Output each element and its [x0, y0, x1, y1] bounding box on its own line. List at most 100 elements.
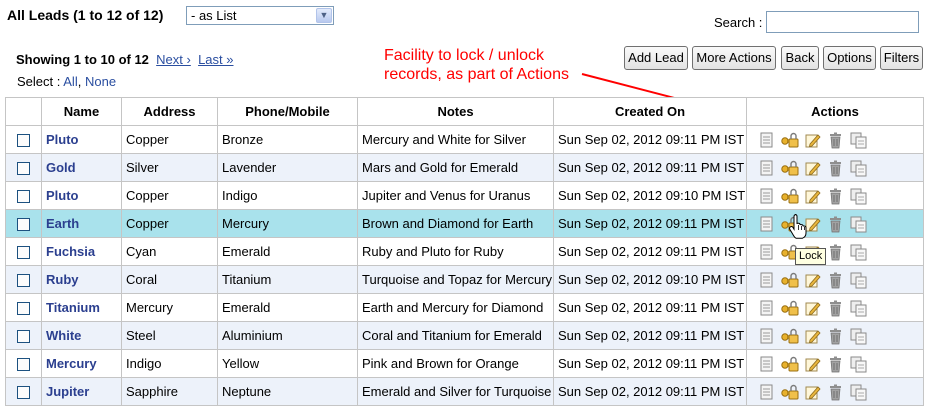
- column-header-name[interactable]: Name: [41, 97, 122, 126]
- edit-icon[interactable]: [803, 327, 822, 345]
- view-icon[interactable]: [757, 131, 776, 149]
- row-checkbox[interactable]: [17, 386, 30, 400]
- delete-icon[interactable]: [826, 271, 845, 289]
- delete-icon[interactable]: [826, 187, 845, 205]
- lock-icon[interactable]: [780, 131, 799, 149]
- lead-name[interactable]: Mercury: [41, 349, 122, 378]
- next-link[interactable]: Next ›: [156, 52, 191, 67]
- delete-icon[interactable]: [826, 131, 845, 149]
- view-icon[interactable]: [757, 355, 776, 373]
- table-row[interactable]: White Steel Aluminium Coral and Titanium fo…: [5, 321, 924, 350]
- column-header-created[interactable]: Created On: [553, 97, 747, 126]
- table-header-row: Name Address Phone/Mobile Notes Created …: [5, 97, 924, 126]
- row-checkbox[interactable]: [17, 162, 30, 176]
- view-icon[interactable]: [757, 215, 776, 233]
- copy-icon[interactable]: [849, 215, 868, 233]
- view-icon[interactable]: [757, 327, 776, 345]
- copy-icon[interactable]: [849, 383, 868, 401]
- view-icon[interactable]: [757, 187, 776, 205]
- row-checkbox[interactable]: [17, 358, 30, 372]
- row-checkbox[interactable]: [17, 218, 30, 232]
- chevron-down-icon[interactable]: ▼: [316, 8, 332, 23]
- lock-icon[interactable]: [780, 159, 799, 177]
- copy-icon[interactable]: [849, 271, 868, 289]
- row-checkbox[interactable]: [17, 302, 30, 316]
- edit-icon[interactable]: [803, 271, 822, 289]
- edit-icon[interactable]: [803, 383, 822, 401]
- lead-name[interactable]: Titanium: [41, 293, 122, 322]
- lead-name[interactable]: Ruby: [41, 265, 122, 294]
- edit-icon[interactable]: [803, 299, 822, 317]
- column-header-phone[interactable]: Phone/Mobile: [217, 97, 358, 126]
- copy-icon[interactable]: [849, 299, 868, 317]
- lead-created: Sun Sep 02, 2012 09:10 PM IST: [553, 181, 747, 210]
- copy-icon[interactable]: [849, 355, 868, 373]
- row-checkbox[interactable]: [17, 330, 30, 344]
- table-row[interactable]: Earth Copper Mercury Brown and Diamond for …: [5, 209, 924, 238]
- copy-icon[interactable]: [849, 187, 868, 205]
- view-select[interactable]: - as List ▼: [186, 6, 334, 25]
- lead-name[interactable]: Jupiter: [41, 377, 122, 406]
- select-all-link[interactable]: All: [63, 74, 77, 89]
- lock-icon[interactable]: [780, 327, 799, 345]
- options-button[interactable]: Options: [823, 46, 876, 70]
- view-icon[interactable]: [757, 271, 776, 289]
- filters-button[interactable]: Filters: [880, 46, 923, 70]
- delete-icon[interactable]: [826, 159, 845, 177]
- edit-icon[interactable]: [803, 355, 822, 373]
- table-row[interactable]: Gold Silver Lavender Mars and Gold for Emer…: [5, 153, 924, 182]
- lead-notes: Pink and Brown for Orange: [357, 349, 554, 378]
- delete-icon[interactable]: [826, 215, 845, 233]
- table-row[interactable]: Pluto Copper Bronze Mercury and White for S…: [5, 125, 924, 154]
- lead-name[interactable]: Fuchsia: [41, 237, 122, 266]
- lock-icon[interactable]: [780, 271, 799, 289]
- column-header-address[interactable]: Address: [121, 97, 218, 126]
- row-checkbox[interactable]: [17, 246, 30, 260]
- lock-icon[interactable]: [780, 187, 799, 205]
- delete-icon[interactable]: [826, 327, 845, 345]
- table-row[interactable]: Titanium Mercury Emerald Earth and Mercury …: [5, 293, 924, 322]
- last-link[interactable]: Last »: [198, 52, 233, 67]
- table-row[interactable]: Ruby Coral Titanium Turquoise and Topaz for…: [5, 265, 924, 294]
- lead-name[interactable]: Pluto: [41, 181, 122, 210]
- copy-icon[interactable]: [849, 159, 868, 177]
- table-row[interactable]: Jupiter Sapphire Neptune Emerald and Silver…: [5, 377, 924, 406]
- lead-name[interactable]: Gold: [41, 153, 122, 182]
- copy-icon[interactable]: [849, 327, 868, 345]
- delete-icon[interactable]: [826, 383, 845, 401]
- column-header-notes[interactable]: Notes: [357, 97, 554, 126]
- select-column-header: [5, 97, 42, 126]
- table-row[interactable]: Pluto Copper Indigo Jupiter and Venus for U…: [5, 181, 924, 210]
- select-label: Select :: [17, 74, 61, 89]
- back-button[interactable]: Back: [781, 46, 819, 70]
- row-checkbox[interactable]: [17, 190, 30, 204]
- delete-icon[interactable]: [826, 299, 845, 317]
- lock-icon[interactable]: [780, 355, 799, 373]
- row-checkbox-cell: [5, 349, 42, 378]
- edit-icon[interactable]: [803, 131, 822, 149]
- view-icon[interactable]: [757, 383, 776, 401]
- lead-name[interactable]: Pluto: [41, 125, 122, 154]
- select-none-link[interactable]: None: [85, 74, 116, 89]
- row-actions: [746, 181, 924, 210]
- row-checkbox[interactable]: [17, 134, 30, 148]
- delete-icon[interactable]: [826, 243, 845, 261]
- view-icon[interactable]: [757, 299, 776, 317]
- add-lead-button[interactable]: Add Lead: [624, 46, 688, 70]
- view-icon[interactable]: [757, 243, 776, 261]
- row-checkbox[interactable]: [17, 274, 30, 288]
- table-row[interactable]: Fuchsia Cyan Emerald Ruby and Pluto for Rub…: [5, 237, 924, 266]
- edit-icon[interactable]: [803, 159, 822, 177]
- lead-name[interactable]: Earth: [41, 209, 122, 238]
- lock-icon[interactable]: [780, 299, 799, 317]
- copy-icon[interactable]: [849, 131, 868, 149]
- edit-icon[interactable]: [803, 187, 822, 205]
- search-input[interactable]: [766, 11, 919, 33]
- lead-name[interactable]: White: [41, 321, 122, 350]
- lock-icon[interactable]: [780, 383, 799, 401]
- table-row[interactable]: Mercury Indigo Yellow Pink and Brown for Or…: [5, 349, 924, 378]
- view-icon[interactable]: [757, 159, 776, 177]
- delete-icon[interactable]: [826, 355, 845, 373]
- copy-icon[interactable]: [849, 243, 868, 261]
- more-actions-button[interactable]: More Actions: [692, 46, 776, 70]
